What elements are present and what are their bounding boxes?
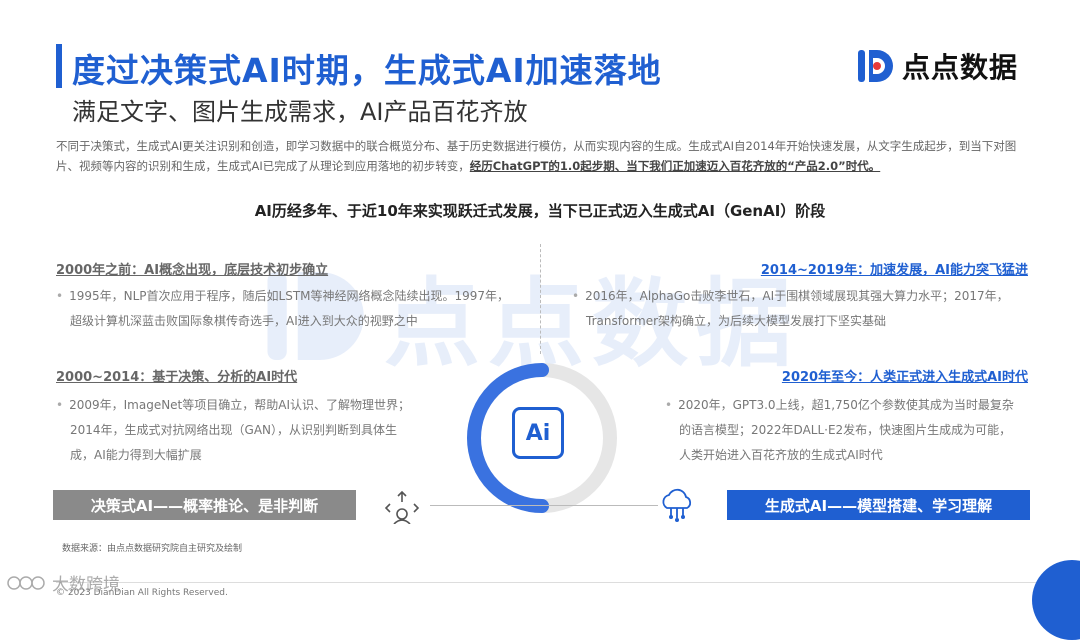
section-body-2000-2014: • 2009年，ImageNet等项目确立，帮助AI认识、了解物理世界； 2014…	[56, 393, 410, 468]
diandian-logo-icon	[858, 50, 893, 82]
cloud-network-icon	[662, 488, 692, 522]
corner-decoration	[1032, 560, 1080, 640]
section-headline: AI历经多年、于近10年来实现跃迁式发展，当下已正式迈入生成式AI（GenAI）…	[254, 202, 826, 220]
section-title-2020-now: 2020年至今：人类正式进入生成式AI时代	[781, 370, 1028, 385]
intro-highlight: 经历ChatGPT的1.0起步期、当下我们正加速迈入百花齐放的“产品2.0”时代…	[469, 159, 881, 173]
bullet-icon: •	[56, 289, 64, 303]
bullet-icon: •	[56, 398, 64, 412]
body-line: 的语言模型；2022年DALL·E2发布，快速图片生成成为可能，	[679, 423, 1012, 437]
section-body-before-2000: • 1995年，NLP首次应用于程序，随后如LSTM等神经网络概念陆续出现。199…	[56, 284, 509, 334]
footer-divider	[56, 582, 1036, 583]
bullet-icon: •	[665, 398, 673, 412]
decision-person-icon	[384, 490, 420, 524]
body-line: 成，AI能力得到大幅扩展	[70, 448, 202, 462]
overlay-watermark: 大数跨境	[6, 570, 120, 595]
section-body-2014-2019: • 2016年，AlphaGo击败李世石，AI于围棋领域展现其强大算力水平；201…	[572, 284, 1009, 334]
section-body-2020-now: • 2020年，GPT3.0上线，超1,750亿个参数使其成为当时最复杂 的语言模…	[665, 393, 1014, 468]
page-title: 度过决策式AI时期，生成式AI加速落地	[72, 51, 662, 90]
center-divider	[540, 244, 541, 354]
section-title-2014-2019: 2014~2019年：加速发展，AI能力突飞猛进	[760, 263, 1028, 278]
body-line: 2014年，生成式对抗网络出现（GAN），从识别判断到具体生	[70, 423, 398, 437]
body-line: 2020年，GPT3.0上线，超1,750亿个参数使其成为当时最复杂	[678, 398, 1014, 412]
body-line: Transformer架构确立，为后续大模型发展打下坚实基础	[586, 314, 887, 328]
decision-ai-banner: 决策式AI——概率推论、是非判断	[53, 490, 356, 520]
intro-paragraph: 不同于决策式，生成式AI更关注识别和创造，即学习数据中的联合概览分布、基于历史数…	[56, 136, 1036, 176]
section-title-2000-2014: 2000~2014：基于决策、分析的AI时代	[56, 370, 298, 385]
bullet-icon: •	[572, 289, 580, 303]
body-line: 超级计算机深蓝击败国际象棋传奇选手，AI进入到大众的视野之中	[70, 314, 418, 328]
body-line: 人类开始进入百花齐放的生成式AI时代	[679, 448, 883, 462]
body-line: 1995年，NLP首次应用于程序，随后如LSTM等神经网络概念陆续出现。1997…	[69, 289, 510, 303]
section-title-before-2000: 2000年之前：AI概念出现，底层技术初步确立	[56, 263, 329, 278]
generative-ai-banner: 生成式AI——模型搭建、学习理解	[727, 490, 1030, 520]
ai-chip-icon: Ai	[512, 407, 564, 459]
title-accent-bar	[56, 44, 62, 88]
logo-text: 点点数据	[902, 51, 1019, 84]
overlay-watermark-text: 大数跨境	[52, 575, 120, 595]
body-line: 2016年，AlphaGo击败李世石，AI于围棋领域展现其强大算力水平；2017…	[585, 289, 1009, 303]
page-subtitle: 满足文字、图片生成需求，AI产品百花齐放	[72, 98, 528, 126]
connector-line	[430, 505, 658, 506]
data-source-note: 数据来源：由点点数据研究院自主研究及绘制	[62, 544, 243, 554]
body-line: 2009年，ImageNet等项目确立，帮助AI认识、了解物理世界；	[69, 398, 411, 412]
brand-logo: 点点数据	[856, 46, 1018, 86]
overlay-logo-icon	[7, 575, 45, 590]
